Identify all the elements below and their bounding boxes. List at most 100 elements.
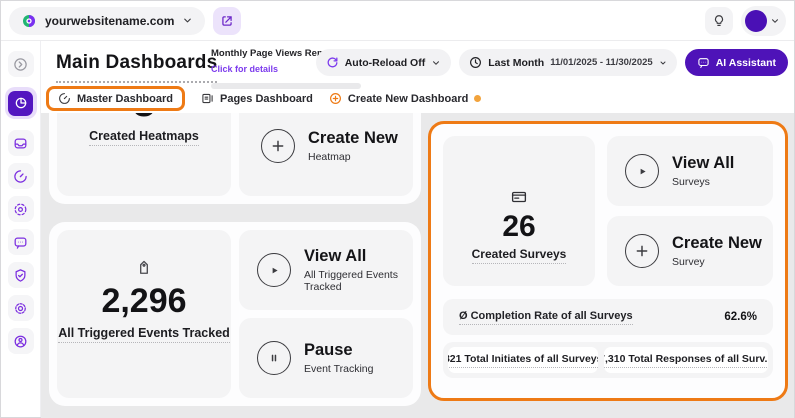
play-circle-icon	[625, 154, 659, 188]
total-initiates-pill[interactable]: 821 Total Initiates of all Surveys	[448, 347, 599, 373]
events-count-label: All Triggered Events Tracked	[58, 326, 230, 344]
sidebar-item-heatmaps[interactable]	[7, 163, 34, 189]
header-controls: Auto-Reload Off Last Month 11/01/2025 - …	[315, 49, 788, 76]
sidebar-item-profile[interactable]	[7, 328, 34, 354]
expand-arrow-icon	[13, 57, 28, 72]
heatmaps-count-label: Created Heatmaps	[89, 129, 199, 146]
tab-master-dashboard[interactable]: Master Dashboard	[46, 86, 185, 111]
inbox-icon	[13, 136, 28, 151]
tips-button[interactable]	[705, 6, 733, 35]
auto-reload-label: Auto-Reload Off	[344, 56, 426, 69]
user-pin-icon	[13, 334, 28, 349]
page-title: Main Dashboards	[56, 52, 218, 83]
sidebar-item-dashboards[interactable]	[4, 87, 37, 119]
gauge-icon	[58, 92, 71, 105]
sidebar-item-security[interactable]	[7, 262, 34, 288]
ai-assistant-label: AI Assistant	[715, 56, 776, 69]
pause-tracking-card[interactable]: Pause Event Tracking	[239, 318, 413, 398]
gauge-icon	[13, 169, 28, 184]
play-circle-icon	[257, 253, 291, 287]
events-group: 2,296 All Triggered Events Tracked View …	[49, 222, 421, 406]
site-selector[interactable]: yourwebsitename.com	[9, 6, 206, 35]
sidebar-item-settings[interactable]	[7, 295, 34, 321]
tab-label: Master Dashboard	[77, 92, 173, 105]
plus-circle-icon	[329, 92, 342, 105]
view-surveys-title: View All	[672, 154, 735, 173]
target-icon	[13, 202, 28, 217]
tab-label: Pages Dashboard	[219, 92, 313, 105]
page-header: Main Dashboards Monthly Page Views Remai…	[41, 41, 794, 113]
top-bar: yourwebsitename.com	[1, 1, 794, 41]
view-surveys-card[interactable]: View All Surveys	[607, 136, 773, 206]
external-link-icon	[220, 14, 234, 28]
refresh-icon	[326, 56, 339, 69]
sidebar-expand-button[interactable]	[7, 51, 34, 77]
create-survey-title: Create New	[672, 234, 762, 253]
clock-icon	[469, 56, 482, 69]
notification-dot	[474, 95, 482, 102]
pages-icon	[201, 92, 214, 105]
completion-rate-label: Ø Completion Rate of all Surveys	[459, 310, 633, 325]
period-label: Last Month	[488, 56, 545, 69]
quota-details-link[interactable]: Click for details	[211, 64, 278, 74]
created-surveys-card[interactable]: 26 Created Surveys	[443, 136, 595, 286]
tag-icon	[136, 260, 152, 277]
sidebar-item-inbox[interactable]	[7, 130, 34, 156]
account-menu[interactable]	[741, 5, 786, 36]
heatmaps-count: 3	[133, 113, 155, 123]
chat-icon	[13, 235, 28, 250]
main-area: Main Dashboards Monthly Page Views Remai…	[41, 41, 794, 418]
tab-pages-dashboard[interactable]: Pages Dashboard	[201, 92, 313, 105]
survey-totals-row: 821 Total Initiates of all Surveys 7,310…	[443, 342, 773, 378]
heatmaps-group: 3 Created Heatmaps Create New Heatmap	[49, 113, 421, 204]
completion-rate-value: 62.6%	[724, 311, 757, 323]
sidebar	[1, 41, 41, 417]
plus-circle-icon	[625, 234, 659, 268]
chevron-down-icon	[770, 16, 780, 26]
create-survey-card[interactable]: Create New Survey	[607, 216, 773, 286]
site-logo-icon	[21, 13, 37, 29]
shield-check-icon	[13, 268, 28, 283]
pie-chart-icon	[14, 96, 28, 110]
surveys-group-highlighted: 26 Created Surveys View All Surveys Crea…	[428, 121, 788, 401]
open-site-button[interactable]	[213, 6, 242, 35]
auto-reload-dropdown[interactable]: Auto-Reload Off	[315, 49, 452, 76]
site-name: yourwebsitename.com	[45, 13, 175, 28]
tab-create-new-dashboard[interactable]: Create New Dashboard	[329, 92, 482, 105]
completion-rate-row[interactable]: Ø Completion Rate of all Surveys 62.6%	[443, 299, 773, 335]
surveys-count-label: Created Surveys	[471, 247, 567, 265]
pause-circle-icon	[257, 341, 291, 375]
events-count: 2,296	[101, 281, 187, 320]
lightbulb-icon	[712, 14, 726, 28]
survey-card-icon	[510, 188, 528, 206]
dashboard-content: 3 Created Heatmaps Create New Heatmap	[41, 113, 794, 418]
chevron-down-icon	[431, 58, 441, 68]
view-events-card[interactable]: View All All Triggered Events Tracked	[239, 230, 413, 310]
dashboard-tabs: Master Dashboard Pages Dashboard Create …	[46, 86, 482, 111]
view-events-title: View All	[304, 247, 367, 266]
total-initiates-label: 821 Total Initiates of all Surveys	[448, 353, 599, 368]
tab-label: Create New Dashboard	[347, 92, 469, 105]
gear-icon	[13, 301, 28, 316]
plus-circle-icon	[261, 129, 295, 163]
date-range-value: 11/01/2025 - 11/30/2025	[550, 57, 653, 68]
chevron-down-icon	[182, 15, 193, 26]
sidebar-item-events[interactable]	[7, 196, 34, 222]
pause-tracking-title: Pause	[304, 341, 353, 360]
app-window: yourwebsitename.com Main Dashboards Mont…	[0, 0, 795, 418]
events-count-card[interactable]: 2,296 All Triggered Events Tracked	[57, 230, 231, 398]
view-surveys-sub: Surveys	[672, 175, 710, 188]
create-heatmap-title: Create New	[308, 129, 398, 148]
ai-assistant-button[interactable]: AI Assistant	[684, 49, 788, 76]
sidebar-item-surveys[interactable]	[7, 229, 34, 255]
chevron-down-icon	[659, 59, 667, 67]
create-heatmap-sub: Heatmap	[308, 150, 351, 163]
create-survey-sub: Survey	[672, 255, 705, 268]
date-range-picker[interactable]: Last Month 11/01/2025 - 11/30/2025	[459, 49, 677, 76]
created-heatmaps-card[interactable]: 3 Created Heatmaps	[57, 113, 231, 196]
view-events-sub: All Triggered Events Tracked	[304, 268, 398, 293]
pause-tracking-sub: Event Tracking	[304, 362, 374, 375]
create-heatmap-card[interactable]: Create New Heatmap	[239, 113, 413, 196]
total-responses-label: 7,310 Total Responses of all Surv...	[604, 353, 768, 368]
total-responses-pill[interactable]: 7,310 Total Responses of all Surv...	[604, 347, 768, 373]
